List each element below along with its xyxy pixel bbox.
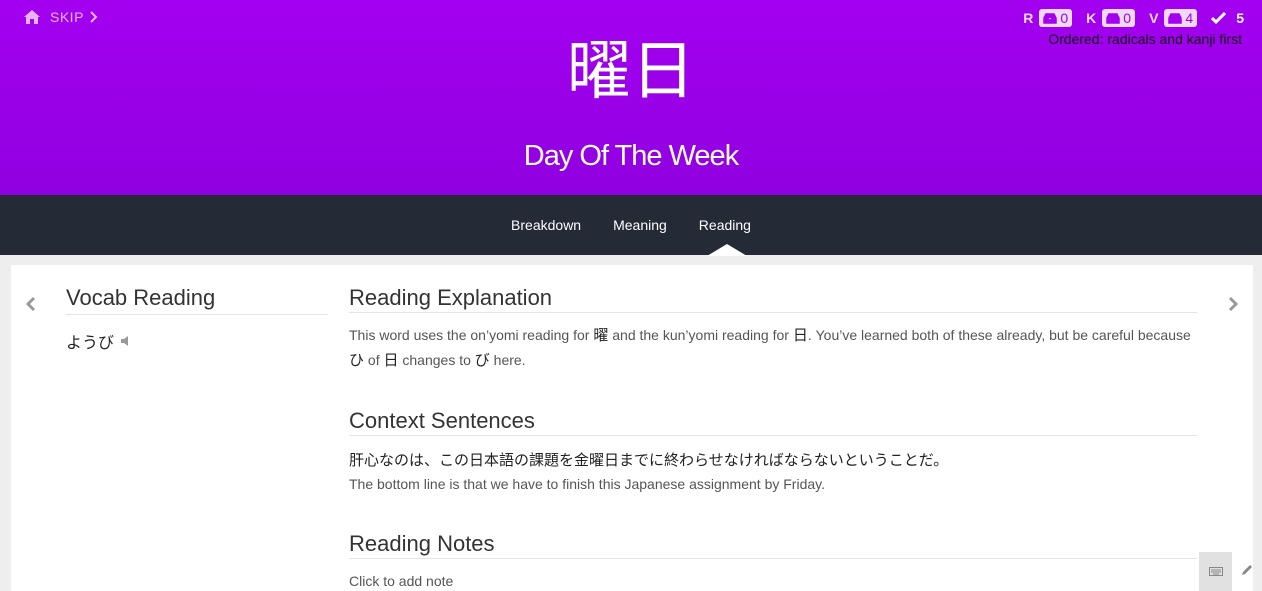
keyboard-shortcuts-button[interactable] — [1199, 552, 1232, 591]
previous-arrow[interactable] — [24, 292, 38, 316]
item-character: 曜日 — [567, 35, 695, 109]
chevron-left-icon — [25, 296, 36, 312]
header: SKIP R 0 K 0 V 4 5 Ordered: radicals and… — [0, 0, 1262, 195]
tab-list: Breakdown Meaning Reading — [0, 195, 1262, 255]
item-meaning: Day Of The Week — [523, 140, 739, 172]
reading-notes-title: Reading Notes — [349, 531, 495, 556]
divider — [349, 435, 1197, 436]
inbox-icon — [1043, 12, 1058, 24]
kanji-highlight: 日 — [383, 351, 399, 369]
reading-explanation-text: This word uses the on’yomi reading for 曜… — [349, 323, 1197, 373]
speaker-icon[interactable] — [120, 335, 130, 347]
context-sentence-english: The bottom line is that we have to finis… — [349, 476, 825, 492]
reading-kana: ようび — [66, 333, 115, 352]
stat-kanji: K 0 — [1086, 9, 1136, 27]
reading-explanation-title: Reading Explanation — [349, 285, 553, 310]
context-sentences-title: Context Sentences — [349, 408, 535, 433]
stat-count: 4 — [1185, 10, 1194, 26]
reading-notes-section: Reading Notes Click to add note — [349, 530, 1197, 589]
kanji-highlight: 日 — [792, 326, 808, 344]
vocab-reading-title: Vocab Reading — [66, 285, 216, 310]
stat-letter: V — [1149, 10, 1159, 26]
completed-stat: 5 — [1211, 10, 1244, 26]
vocab-reading-section: Vocab Reading ようび — [66, 284, 328, 353]
stat-radicals: R 0 — [1023, 9, 1073, 27]
stat-count: 0 — [1060, 10, 1069, 26]
divider — [349, 558, 1197, 559]
stat-badge: 0 — [1039, 9, 1073, 27]
add-note-button[interactable]: Click to add note — [349, 573, 1197, 589]
chevron-right-icon — [1228, 296, 1239, 312]
divider — [349, 312, 1197, 313]
info-tabs-bar: Breakdown Meaning Reading — [0, 195, 1262, 255]
stat-letter: R — [1023, 10, 1034, 26]
kanji-highlight: 曜 — [593, 326, 609, 344]
skip-label: SKIP — [50, 9, 84, 25]
completed-count: 5 — [1236, 10, 1244, 26]
text-part: here. — [489, 352, 526, 368]
reading-explanation-section: Reading Explanation This word uses the o… — [349, 284, 1197, 373]
divider — [66, 314, 328, 315]
text-part: . You’ve learned both of these already, … — [807, 327, 1191, 343]
next-arrow[interactable] — [1226, 292, 1240, 316]
kana-highlight: ひ — [349, 351, 365, 369]
stat-badge: 0 — [1102, 9, 1136, 27]
keyboard-icon — [1208, 567, 1223, 576]
active-tab-indicator — [707, 244, 747, 256]
stat-letter: K — [1086, 10, 1097, 26]
inbox-icon — [1168, 12, 1183, 24]
reading-row: ようび — [66, 329, 328, 353]
check-icon — [1211, 12, 1227, 24]
stat-count: 0 — [1123, 10, 1132, 26]
text-part: This word uses the on’yomi reading for — [349, 327, 594, 343]
kana-highlight: び — [474, 351, 490, 369]
stat-badge: 4 — [1164, 9, 1198, 27]
tab-meaning[interactable]: Meaning — [613, 217, 667, 233]
text-part: changes to — [398, 352, 475, 368]
text-part: of — [364, 352, 384, 368]
home-icon[interactable] — [24, 10, 40, 24]
review-stats: R 0 K 0 V 4 5 — [1023, 9, 1244, 27]
chevron-right-icon — [90, 11, 98, 23]
top-left-controls: SKIP — [24, 9, 98, 25]
pencil-icon[interactable] — [1240, 563, 1254, 577]
inbox-icon — [1106, 12, 1121, 24]
tab-breakdown[interactable]: Breakdown — [511, 217, 581, 233]
tab-reading[interactable]: Reading — [699, 217, 751, 233]
skip-button[interactable]: SKIP — [50, 9, 98, 25]
context-sentence-japanese: 肝心なのは、この日本語の課題を金曜日までに終わらせなければならないということだ。 — [349, 451, 949, 469]
text-part: and the kun’yomi reading for — [608, 327, 793, 343]
context-sentences-section: Context Sentences 肝心なのは、この日本語の課題を金曜日までに終… — [349, 407, 1197, 496]
stat-vocabulary: V 4 — [1149, 9, 1198, 27]
